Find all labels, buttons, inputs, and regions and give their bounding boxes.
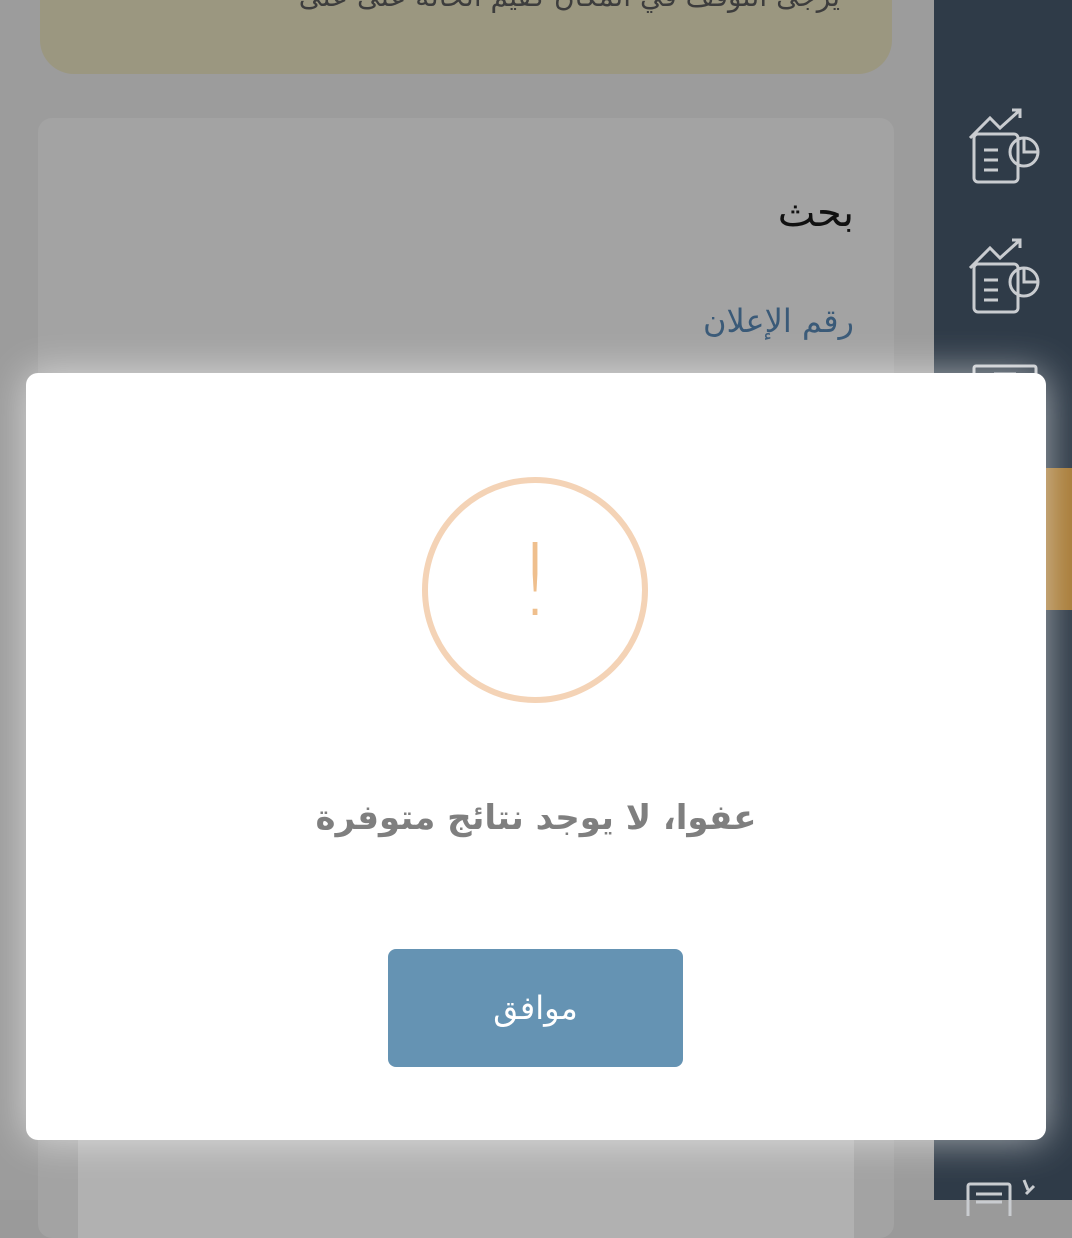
report-chart-icon[interactable] — [964, 234, 1046, 316]
active-indicator — [1046, 468, 1072, 610]
warning-icon: ! — [422, 477, 648, 703]
alert-dialog: ! عفوا، لا يوجد نتائج متوفرة موافق — [26, 373, 1046, 1140]
notice-text: يرجى التوقف في المكان كقيم الحالة على عل… — [120, 0, 840, 13]
report-chart-icon[interactable] — [964, 104, 1046, 186]
ad-number-label: رقم الإعلان — [702, 302, 854, 340]
dialog-message: عفوا، لا يوجد نتائج متوفرة — [315, 798, 757, 838]
ok-button[interactable]: موافق — [388, 949, 683, 1067]
app-screen: يرجى التوقف في المكان كقيم الحالة على عل… — [0, 0, 1072, 1238]
document-edit-icon[interactable] — [964, 1176, 1046, 1226]
search-title: بحث — [777, 190, 854, 236]
exclamation-icon: ! — [514, 522, 556, 639]
notice-banner: يرجى التوقف في المكان كقيم الحالة على عل… — [40, 0, 892, 74]
